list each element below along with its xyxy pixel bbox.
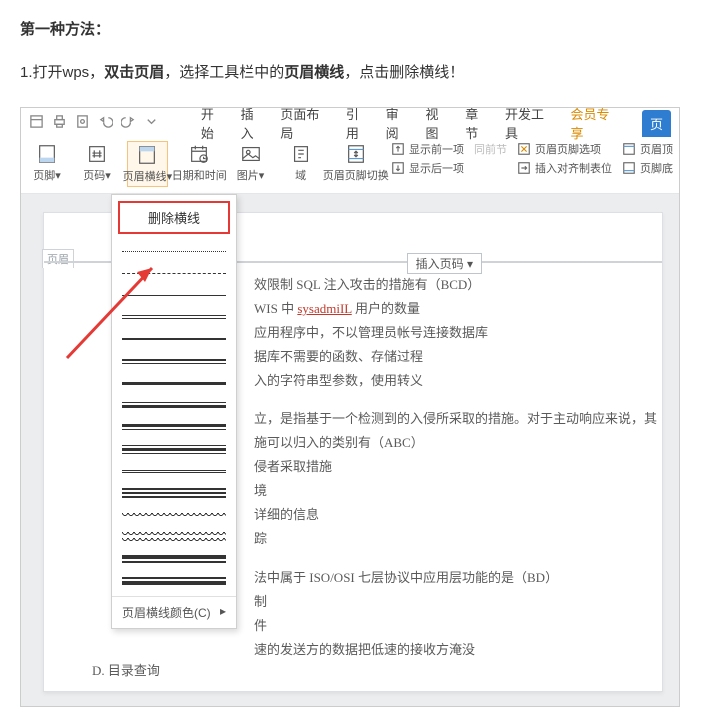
switch-icon (345, 143, 367, 165)
tab-strip: 开始 插入 页面布局 引用 审阅 视图 章节 开发工具 会员专享 页 (21, 108, 679, 138)
pagenum-button[interactable]: 页码▾ (77, 141, 117, 185)
qat-dropdown-icon[interactable] (144, 114, 159, 132)
same-prev: 同前节 (474, 141, 507, 157)
header-top[interactable]: 页眉顶 (622, 141, 673, 157)
undo-icon[interactable] (98, 114, 113, 132)
delete-header-line[interactable]: 删除横线 (118, 201, 230, 234)
hash-icon (86, 143, 108, 165)
tab-insert[interactable]: 插入 (241, 107, 267, 142)
header-line-button[interactable]: 页眉横线▾ (127, 141, 168, 187)
field-button[interactable]: 域 (281, 141, 321, 185)
tab-start[interactable]: 开始 (201, 107, 227, 142)
tab-chapter[interactable]: 章节 (465, 107, 491, 142)
calendar-icon (188, 143, 210, 165)
annotation-arrow (57, 258, 177, 368)
header-line-color[interactable]: 页眉横线颜色(C) ▸ (112, 596, 236, 628)
tab-devtools[interactable]: 开发工具 (505, 107, 557, 142)
tab-view[interactable]: 视图 (425, 107, 451, 142)
article-step-1: 1.打开wps，双击页眉，选择工具栏中的页眉横线，点击删除横线！ (20, 61, 681, 85)
dist-col: 页眉顶 页脚底 (622, 141, 673, 176)
tab-header-footer-active[interactable]: 页 (642, 110, 671, 137)
footer-bot[interactable]: 页脚底 (622, 160, 673, 176)
nav-col: 显示前一项 显示后一项 (391, 141, 464, 176)
tab-vip[interactable]: 会员专享 (570, 107, 622, 142)
document-bottom-line: D. 目录查询 (92, 660, 160, 679)
tab-pagelayout[interactable]: 页面布局 (280, 107, 332, 142)
hf-options[interactable]: 页眉页脚选项 (517, 141, 612, 157)
tab-review[interactable]: 审阅 (386, 107, 412, 142)
show-next[interactable]: 显示后一项 (391, 160, 464, 176)
ribbon: 页脚▾ 页码▾ 页眉横线▾ 日期和时间 图片▾ 域 页眉页脚切换 显示前一项 显 (21, 138, 679, 194)
field-icon (290, 143, 312, 165)
template-icon[interactable] (29, 114, 44, 132)
quick-access-toolbar (29, 114, 159, 132)
article-heading: 第一种方法： (20, 18, 681, 39)
tab-reference[interactable]: 引用 (346, 107, 372, 142)
show-prev[interactable]: 显示前一项 (391, 141, 464, 157)
picture-button[interactable]: 图片▾ (231, 141, 271, 185)
insert-pagenum-button[interactable]: 插入页码 ▾ (407, 253, 482, 274)
redo-icon[interactable] (121, 114, 136, 132)
picture-icon (240, 143, 262, 165)
footer-icon (36, 143, 58, 165)
document-body-text: 效限制 SQL 注入攻击的措施有（BCD）WIS 中 sysadmiIL 用户的… (254, 273, 657, 662)
options-col: 页眉页脚选项 插入对齐制表位 (517, 141, 612, 176)
insert-align-tab[interactable]: 插入对齐制表位 (517, 160, 612, 176)
datetime-button[interactable]: 日期和时间 (178, 141, 221, 185)
wps-screenshot: 开始 插入 页面布局 引用 审阅 视图 章节 开发工具 会员专享 页 页脚▾ 页… (20, 107, 680, 707)
header-line-icon (136, 144, 158, 166)
preview-icon[interactable] (75, 114, 90, 132)
print-icon[interactable] (52, 114, 67, 132)
footer-button[interactable]: 页脚▾ (27, 141, 67, 185)
hf-switch-button[interactable]: 页眉页脚切换 (331, 141, 381, 185)
